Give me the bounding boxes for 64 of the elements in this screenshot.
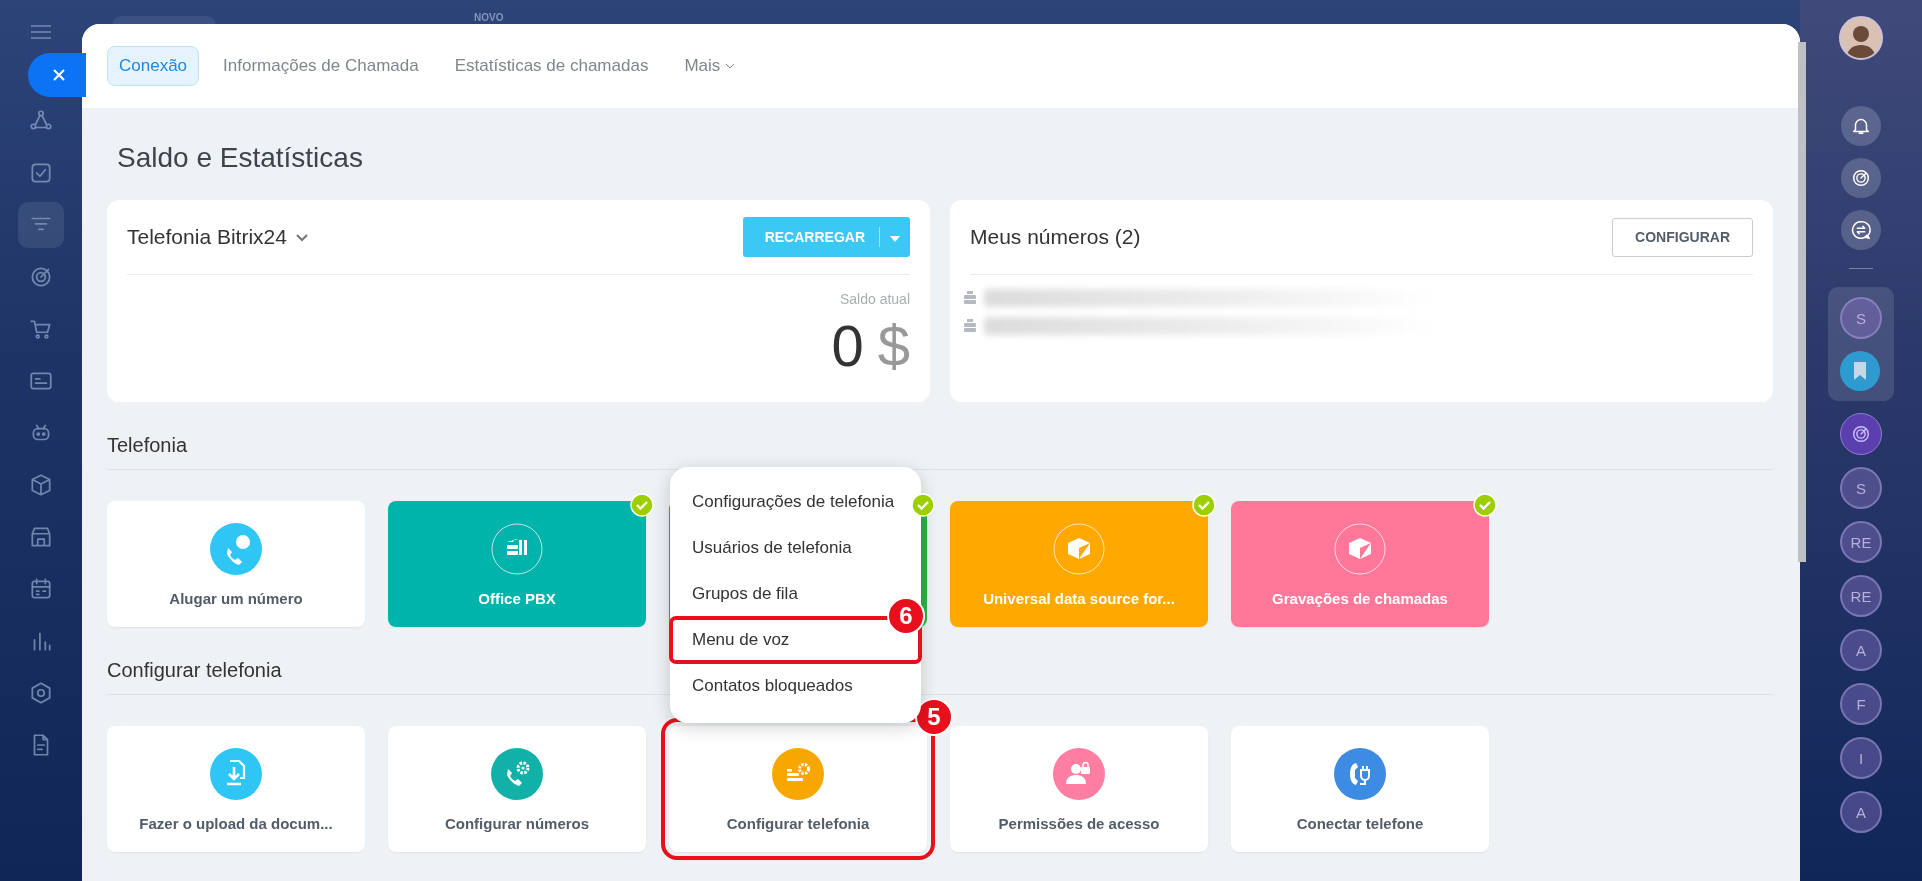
spiral-icon[interactable] <box>1841 158 1881 198</box>
close-icon <box>51 67 67 83</box>
bell-icon[interactable] <box>1841 106 1881 146</box>
tile-icon <box>491 523 543 575</box>
calendar-icon[interactable] <box>28 576 54 602</box>
tile-icon <box>772 748 824 800</box>
store-icon[interactable] <box>28 524 54 550</box>
configure-button[interactable]: CONFIGURAR <box>1612 217 1753 257</box>
tile[interactable]: Office PBX <box>388 501 646 627</box>
tab[interactable]: Informações de Chamada <box>211 46 431 86</box>
contact-avatar[interactable]: S <box>1840 297 1882 339</box>
menu-item[interactable]: Usuários de telefonia <box>670 525 858 571</box>
tile[interactable]: Permissões de acesso <box>950 726 1208 852</box>
spiral-glyph[interactable] <box>1850 167 1872 189</box>
avatar-icon[interactable] <box>1839 16 1883 60</box>
card-title: Meus números (2) <box>970 225 1141 249</box>
sidebar-item[interactable] <box>18 202 64 248</box>
tile[interactable]: Alugar um número <box>107 501 365 627</box>
new-label: NOVO <box>474 12 504 23</box>
contact-avatar[interactable]: S <box>1840 467 1882 509</box>
tile[interactable]: Fazer o upload da docum... <box>107 726 365 852</box>
scrollbar[interactable] <box>1798 42 1806 562</box>
tab[interactable]: Estatísticas de chamadas <box>442 46 661 86</box>
chat-swap-icon[interactable] <box>1841 210 1881 250</box>
contact-avatar[interactable]: A <box>1840 791 1882 833</box>
step-badge: 6 <box>887 597 925 635</box>
tile-icon <box>1334 523 1386 575</box>
menu-item[interactable]: Grupos de fila <box>670 571 804 617</box>
close-button[interactable] <box>28 53 86 97</box>
contact-avatar[interactable]: F <box>1840 683 1882 725</box>
tile-icon <box>210 523 262 575</box>
page-title: Saldo e Estatísticas <box>117 142 364 174</box>
tile-icon <box>210 748 262 800</box>
chat-glyph[interactable] <box>1850 219 1872 241</box>
tile[interactable]: Conectar telefone <box>1231 726 1489 852</box>
tile-icon <box>491 748 543 800</box>
contact-avatar[interactable]: I <box>1840 737 1882 779</box>
checkbox-icon[interactable] <box>28 160 54 186</box>
menu-icon[interactable] <box>30 24 52 40</box>
caret-icon <box>890 236 900 242</box>
contact-avatar[interactable]: RE <box>1840 521 1882 563</box>
currency-symbol: $ <box>877 315 910 377</box>
tab[interactable]: Conexão <box>107 46 200 86</box>
spiral-icon[interactable] <box>1840 413 1882 455</box>
tab[interactable]: Mais <box>672 46 748 86</box>
balance-label: Saldo atual <box>839 291 910 307</box>
hexagon-icon[interactable] <box>28 680 54 706</box>
contact-avatar[interactable]: A <box>1840 629 1882 671</box>
menu-item[interactable]: Contatos bloqueados <box>670 663 859 709</box>
contact-avatar[interactable]: RE <box>1840 575 1882 617</box>
provider-dropdown[interactable]: Telefonia Bitrix24 <box>127 225 309 249</box>
bookmark-icon[interactable] <box>1840 351 1880 391</box>
tile-icon <box>1334 748 1386 800</box>
tile-icon <box>1053 748 1105 800</box>
menu-item[interactable]: Configurações de telefonia <box>670 479 901 525</box>
list-icon <box>964 319 976 333</box>
spiral-glyph[interactable] <box>1850 423 1872 445</box>
balance-value: 0 <box>831 315 864 377</box>
tile-icon <box>1053 523 1105 575</box>
list-icon <box>964 291 976 305</box>
tile[interactable]: Gravações de chamadas <box>1231 501 1489 627</box>
cube-icon[interactable] <box>28 472 54 498</box>
chevron-icon <box>294 232 309 242</box>
tile[interactable]: Configurar números <box>388 726 646 852</box>
